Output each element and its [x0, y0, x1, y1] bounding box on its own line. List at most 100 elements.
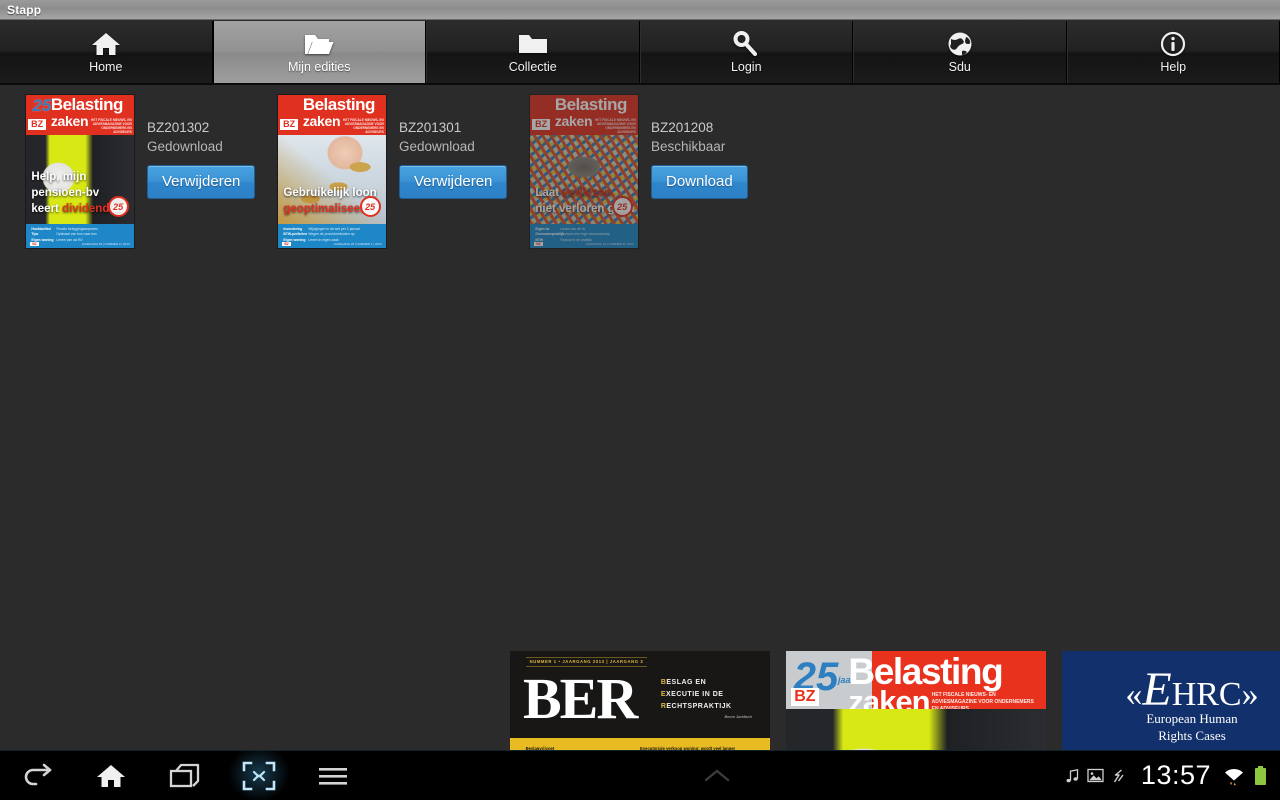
tab-sdu[interactable]: Sdu — [853, 21, 1067, 83]
android-system-bar: 13:57 — [0, 750, 1280, 800]
cover-footer-label: Invordering — [283, 226, 303, 231]
ehrc-header: «EHRC» European Human Rights Cases — [1062, 651, 1280, 750]
cover-footer-value: Fiscale beleggingsaspecten — [56, 226, 99, 231]
tab-label: Help — [1160, 59, 1187, 74]
cover-masthead: 25 BZ Belasting zaken HET FISCALE NIEUWS… — [26, 95, 134, 135]
cover-footer-brand: BZ — [282, 242, 291, 247]
main-tabbar: Home Mijn edities Collectie Login Sdu Help — [0, 21, 1280, 85]
info-icon — [1160, 31, 1186, 57]
cover-footer-value: Optimaal van box naar box — [56, 232, 97, 237]
delete-edition-button[interactable]: Verwijderen — [399, 165, 508, 199]
edition-id: BZ201301 — [399, 120, 462, 135]
cover-footer-brand: BZ — [534, 242, 543, 247]
transfer-icon — [1111, 768, 1126, 784]
brand-mark: BZ — [28, 119, 47, 130]
ber-strapline: BESLAG EN EXECUTIE IN DE RECHTSPRAKTIJK — [660, 679, 732, 711]
tab-mijn-edities[interactable]: Mijn edities — [212, 21, 426, 83]
edition-status: Gedownload — [147, 139, 223, 154]
window-titlebar: Stapp — [0, 0, 1280, 20]
window-title: Stapp — [7, 2, 42, 17]
tab-login[interactable]: Login — [639, 21, 853, 83]
globe-icon — [947, 31, 973, 57]
screenshot-icon[interactable] — [222, 750, 296, 800]
battery-full-icon — [1253, 765, 1268, 787]
cover-photo — [786, 708, 1046, 750]
tab-label: Mijn edities — [287, 59, 351, 74]
brand-mark: BZ — [791, 688, 819, 707]
cover-footer-value: Voorkom een lege vennootschap — [560, 232, 610, 237]
edition-meta: BZ201301 Gedownload Verwijderen — [387, 94, 508, 199]
tab-help[interactable]: Help — [1066, 21, 1280, 83]
brand-mark: BZ — [532, 119, 551, 130]
edition-item: BZ Belasting zaken HET FISCALE NIEUWS- E… — [252, 93, 508, 249]
edition-meta: BZ201302 Gedownload Verwijderen — [135, 94, 256, 199]
home-icon — [91, 31, 121, 57]
anniversary-badge: 25 — [107, 196, 129, 218]
edition-status: Beschikbaar — [651, 139, 726, 154]
anniversary-badge: 25 — [359, 196, 381, 218]
tab-label: Collectie — [508, 59, 557, 74]
tab-label: Home — [89, 59, 123, 74]
folder-icon — [518, 31, 548, 57]
image-icon — [1087, 768, 1104, 783]
app-root: Stapp Home Mijn edities Collectie Login Sdu H… — [0, 0, 1280, 800]
edition-cover-thumbnail[interactable]: BZ Belasting zaken HET FISCALE NIEUWS- E… — [529, 94, 639, 249]
tab-home[interactable]: Home — [0, 21, 213, 83]
cover-footer-value: Lenen van uw BV — [56, 237, 83, 242]
cover-subtitle: HET FISCALE NIEUWS- EN ADVIESMAGAZINE VO… — [90, 118, 132, 135]
folder-open-icon — [304, 31, 334, 57]
back-icon[interactable] — [0, 751, 74, 800]
navigation-buttons — [0, 750, 370, 800]
anniversary-badge: 25 — [611, 196, 633, 218]
cover-masthead: BZ Belasting zaken HET FISCALE NIEUWS- E… — [278, 95, 386, 135]
covers-carousel[interactable]: NUMMER 1 • JAARGANG 2013 | JAARGANG 3 BE… — [510, 651, 1280, 750]
carousel-cover-ehrc[interactable]: «EHRC» European HumanRights Cases Redact… — [1062, 651, 1280, 750]
magazine-cover-art: BZ Belasting zaken HET FISCALE NIEUWS- E… — [278, 95, 386, 248]
editions-list: 25 BZ Belasting zaken HET FISCALE NIEUWS… — [0, 87, 1280, 249]
cover-subtitle: HET FISCALE NIEUWS- EN ADVIESMAGAZINE VO… — [342, 118, 384, 135]
edition-meta: BZ201208 Beschikbaar Download — [639, 94, 748, 199]
menu-icon[interactable] — [296, 751, 370, 800]
cover-footer-label: Hoofdartikel — [31, 226, 52, 231]
tab-label: Login — [730, 59, 762, 74]
cover-title-line1: Belasting — [554, 94, 628, 114]
cover-title-line1: Belasting — [50, 94, 124, 114]
cover-footer: Hoofdartikel Fiscale beleggingsaspecten Ti… — [26, 223, 134, 248]
cover-footer-label: Eigen bv — [535, 226, 550, 231]
system-center — [370, 768, 1065, 784]
delete-edition-button[interactable]: Verwijderen — [147, 165, 256, 199]
carousel-cover-ber[interactable]: NUMMER 1 • JAARGANG 2013 | JAARGANG 3 BE… — [510, 651, 770, 750]
chevron-up-icon[interactable] — [704, 768, 730, 784]
edition-status: Gedownload — [399, 139, 475, 154]
bz-cover-art: 25 BZ jaar Belasting zaken HET FISCALE N… — [786, 651, 1046, 750]
tab-collectie[interactable]: Collectie — [426, 21, 640, 83]
brand-mark: BZ — [280, 119, 299, 130]
cover-footer-value: Wegen de procedurekosten op — [308, 232, 355, 237]
cover-footer-issue: JAARGANG 24 | NUMMER 8 | 2012 — [585, 241, 634, 246]
system-clock: 13:57 — [1140, 760, 1211, 790]
ber-contents-panel: BeslagvrijvoetMr. A.J. van der MeerPreju… — [510, 738, 770, 750]
edition-cover-thumbnail[interactable]: 25 BZ Belasting zaken HET FISCALE NIEUWS… — [25, 94, 135, 249]
download-edition-button[interactable]: Download — [651, 165, 748, 199]
cover-footer-label: Tips — [31, 232, 39, 237]
tab-label: Sdu — [948, 59, 971, 74]
home-icon[interactable] — [74, 751, 148, 800]
wifi-icon — [1222, 766, 1246, 786]
edition-cover-thumbnail[interactable]: BZ Belasting zaken HET FISCALE NIEUWS- E… — [277, 94, 387, 249]
magazine-cover-art: BZ Belasting zaken HET FISCALE NIEUWS- E… — [530, 95, 638, 248]
ber-imprint: Boom Juridisch — [724, 713, 752, 719]
ber-header: NUMMER 1 • JAARGANG 2013 | JAARGANG 3 BE… — [510, 651, 770, 739]
recents-icon[interactable] — [148, 751, 222, 800]
carousel-cover-belastingzaken[interactable]: 25 BZ jaar Belasting zaken HET FISCALE N… — [786, 651, 1046, 750]
edition-item: 25 BZ Belasting zaken HET FISCALE NIEUWS… — [0, 93, 256, 249]
ber-wordmark: BER — [523, 666, 638, 732]
ehrc-subtitle: European Human Rights Cases — [1146, 710, 1238, 743]
edition-id: BZ201302 — [147, 120, 210, 135]
status-icons-area[interactable]: 13:57 — [1065, 762, 1280, 789]
content-area: 25 BZ Belasting zaken HET FISCALE NIEUWS… — [0, 87, 1280, 750]
music-note-icon — [1065, 768, 1080, 784]
cover-footer-issue: JAARGANG 25 | NUMMER 2 | 2013 — [81, 241, 130, 246]
cover-masthead: BZ Belasting zaken HET FISCALE NIEUWS- E… — [530, 95, 638, 135]
ehrc-wordmark: «EHRC» — [1125, 663, 1259, 717]
cover-footer-brand: BZ — [30, 242, 39, 247]
